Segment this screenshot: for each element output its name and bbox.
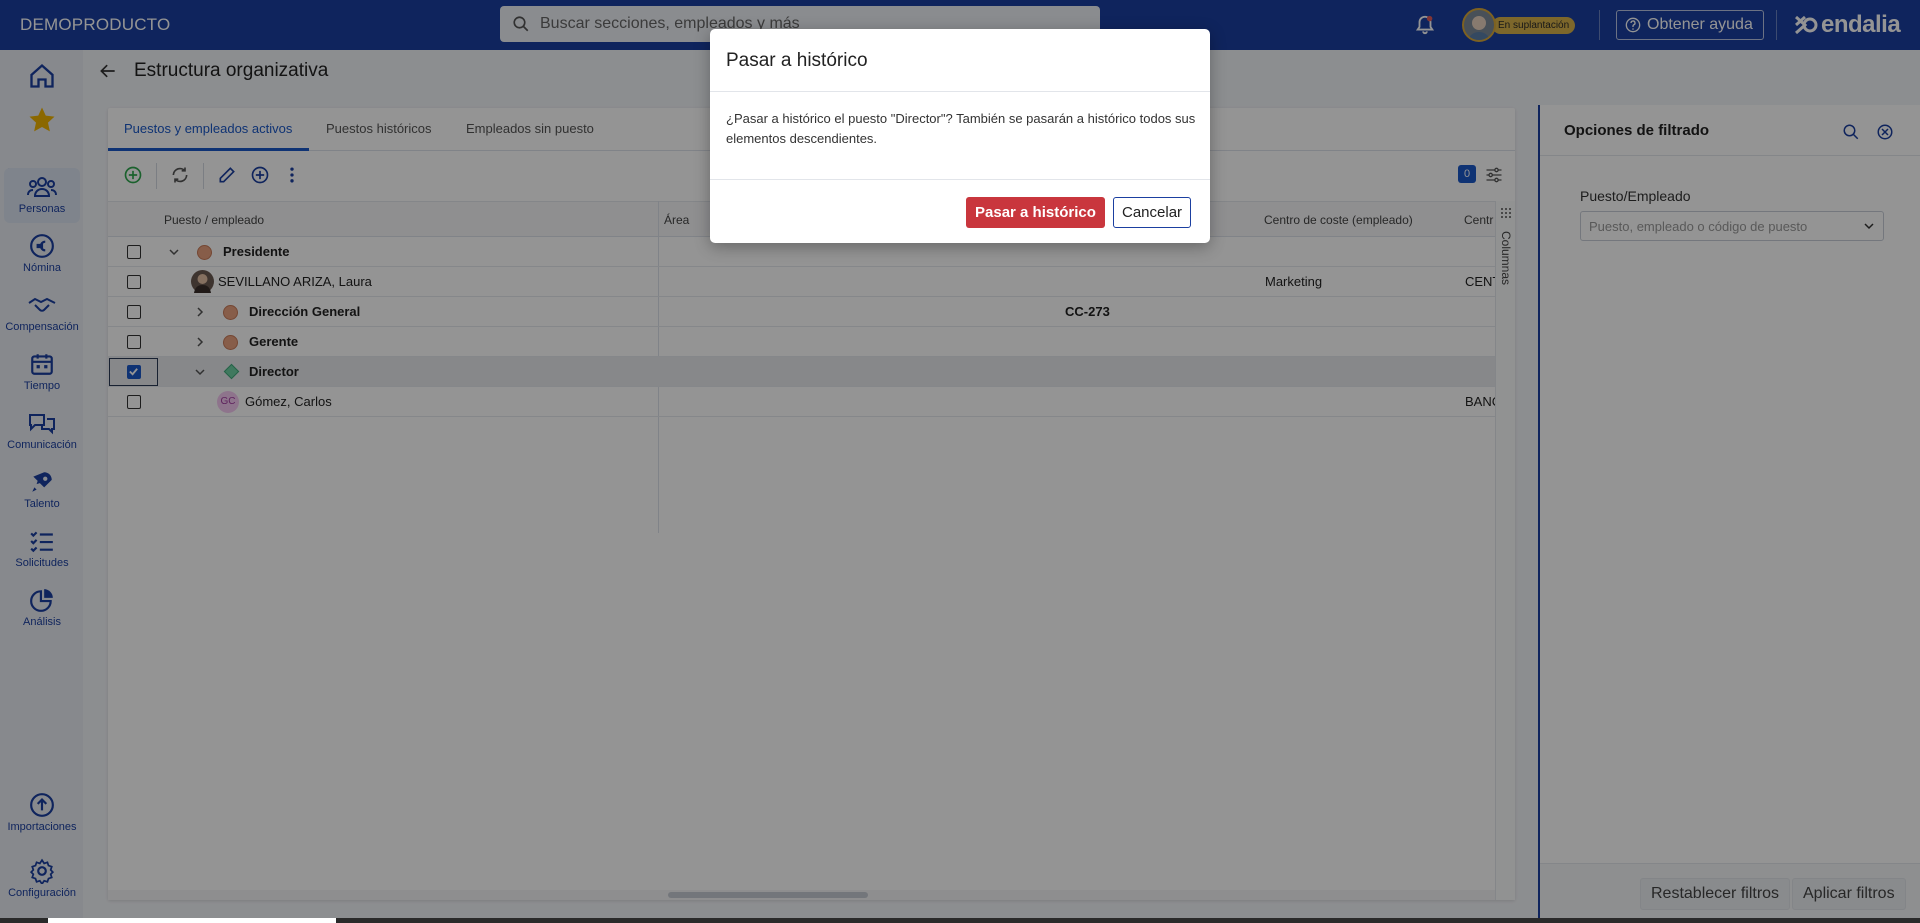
dialog-message: ¿Pasar a histórico el puesto "Director"?… xyxy=(726,111,1196,146)
taskbar-strip xyxy=(0,918,1920,923)
divider xyxy=(710,179,1210,180)
dialog-title: Pasar a histórico xyxy=(726,50,868,71)
divider xyxy=(710,91,1210,92)
confirm-archive-button[interactable]: Pasar a histórico xyxy=(966,197,1105,228)
archive-confirm-dialog: Pasar a histórico ¿Pasar a histórico el … xyxy=(710,29,1210,243)
cancel-button[interactable]: Cancelar xyxy=(1113,197,1192,228)
taskbar-highlight xyxy=(48,918,336,923)
